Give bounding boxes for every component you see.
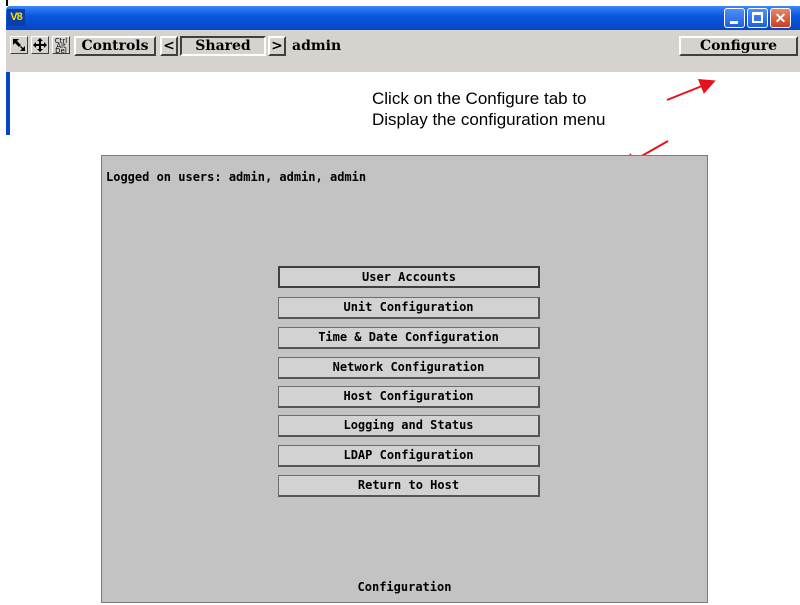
- move-icon: [33, 38, 47, 52]
- ldap-configuration-button[interactable]: LDAP Configuration: [278, 445, 540, 467]
- return-to-host-button[interactable]: Return to Host: [278, 475, 540, 497]
- minimize-icon: [730, 21, 738, 24]
- minimize-button[interactable]: [724, 8, 745, 28]
- host-configuration-button[interactable]: Host Configuration: [278, 386, 540, 408]
- previous-button[interactable]: <: [160, 36, 178, 56]
- logged-users-text: Logged on users: admin, admin, admin: [106, 170, 367, 184]
- time-date-configuration-button[interactable]: Time & Date Configuration: [278, 327, 540, 349]
- ctrl-alt-del-icon: Ctrl Alt Del: [54, 37, 68, 55]
- toolbar: Ctrl Alt Del Controls < Shared > admin C…: [6, 30, 800, 72]
- logging-status-button[interactable]: Logging and Status: [278, 415, 540, 437]
- current-user: admin: [292, 38, 342, 54]
- configure-tab[interactable]: Configure: [679, 36, 798, 56]
- move-button[interactable]: [31, 36, 49, 54]
- shared-tab[interactable]: Shared: [180, 36, 266, 56]
- controls-button[interactable]: Controls: [74, 36, 156, 56]
- annotation-line-1: Click on the Configure tab to: [372, 89, 587, 108]
- app-icon: V8: [7, 9, 25, 26]
- window-frame: [6, 72, 10, 135]
- user-accounts-button[interactable]: User Accounts: [278, 266, 540, 288]
- close-icon: ✕: [774, 10, 787, 26]
- network-configuration-button[interactable]: Network Configuration: [278, 357, 540, 379]
- title-bar: V8 ✕: [6, 6, 800, 30]
- instruction-annotation: Click on the Configure tab to Display th…: [372, 88, 682, 130]
- next-button[interactable]: >: [268, 36, 286, 56]
- configuration-panel: Logged on users: admin, admin, admin Use…: [101, 155, 708, 603]
- maximize-icon: [752, 12, 763, 23]
- panel-footer-title: Configuration: [357, 580, 452, 594]
- resize-arrow-button[interactable]: [10, 36, 28, 54]
- ctrl-alt-del-button[interactable]: Ctrl Alt Del: [52, 36, 70, 55]
- maximize-button[interactable]: [747, 8, 768, 28]
- resize-arrow-icon: [13, 39, 25, 51]
- close-button[interactable]: ✕: [770, 8, 791, 28]
- annotation-line-2: Display the configuration menu: [372, 110, 606, 129]
- unit-configuration-button[interactable]: Unit Configuration: [278, 297, 540, 319]
